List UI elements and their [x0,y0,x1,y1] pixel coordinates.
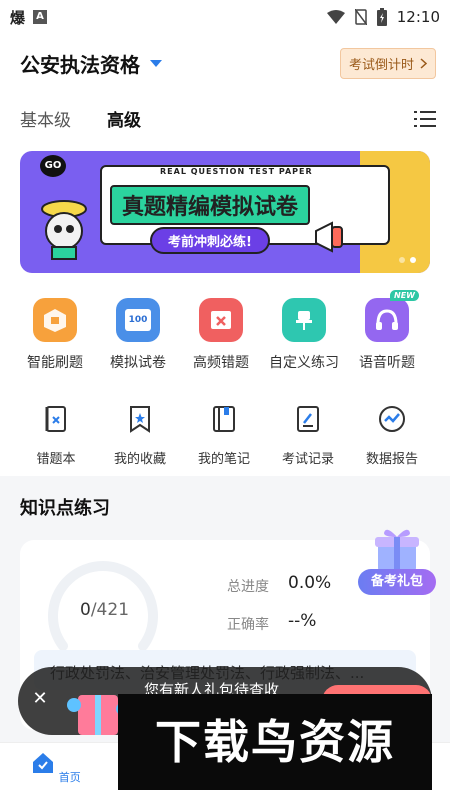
go-badge: GO [40,155,66,177]
wifi-icon [326,10,345,24]
section-title: 知识点练习 [20,498,110,519]
tool-label: 错题本 [36,452,76,467]
smart-practice-icon [33,298,77,342]
audio-question-icon: NEW [365,290,419,342]
feature-label: 智能刷题 [27,355,83,371]
feature-label: 自定义练习 [269,355,339,371]
feature-custom-practice[interactable]: 自定义练习 [259,298,349,372]
nav-home[interactable]: 首页 [16,751,96,785]
status-bar: 爆 A 12:10 [0,0,450,34]
chevron-right-icon [420,58,427,69]
banner-sub-text: 考前冲刺必练! [150,227,270,254]
tool-notes[interactable]: 我的笔记 [184,404,264,467]
clock: 12:10 [396,8,440,26]
countdown-button[interactable]: 考试倒计时 [339,48,436,79]
progress-value: 0.0% [288,573,332,593]
tool-data-report[interactable]: 数据报告 [352,404,432,467]
no-sim-icon [354,9,367,25]
feature-mock-exam[interactable]: 100 模拟试卷 [93,298,183,372]
countdown-label: 考试倒计时 [348,58,414,73]
tool-label: 我的笔记 [197,452,250,467]
watermark: 下载鸟资源 [118,694,432,790]
tab-advanced-level[interactable]: 高级 [107,106,141,135]
tool-label: 我的收藏 [113,452,166,467]
progress-count: 0/421 [80,600,129,620]
battery-icon [376,8,387,26]
feature-label: 高频错题 [193,355,249,371]
list-menu-icon[interactable] [414,110,436,128]
app-notification-glyph: 爆 [10,8,26,27]
mock-exam-icon: 100 [116,298,160,342]
home-icon [33,753,54,773]
feature-audio-question[interactable]: NEW 语音听题 [342,290,432,372]
feature-smart-practice[interactable]: 智能刷题 [10,298,100,372]
done-count: 0 [80,600,91,620]
promo-banner[interactable]: GO REAL QUESTION TEST PAPER 真题精编模拟试卷 考前冲… [20,151,430,273]
feature-frequent-mistakes[interactable]: 高频错题 [176,298,266,372]
feature-grid: 智能刷题 100 模拟试卷 高频错题 自定义练习 NEW 语音听题 [0,284,450,384]
feature-label: 模拟试卷 [110,355,166,371]
mistake-book-icon [45,406,66,432]
mascot-icon [41,200,87,260]
page-title[interactable]: 公安执法资格 [20,49,140,78]
frequent-mistakes-icon [199,298,243,342]
bookmark-icon [130,406,150,433]
progress-label: 总进度 [227,579,269,595]
banner-top-label: REAL QUESTION TEST PAPER [160,167,313,176]
close-icon[interactable]: ✕ [30,689,50,709]
tool-exam-record[interactable]: 考试记录 [268,404,348,467]
accuracy-value: --% [288,611,317,631]
tab-basic-level[interactable]: 基本级 [20,106,71,131]
gift-box-icon [375,529,419,571]
custom-practice-icon [282,298,326,342]
tool-bookmark[interactable]: 我的收藏 [100,404,180,467]
tool-row: 错题本 我的收藏 我的笔记 考试记录 数据报告 [0,384,450,476]
caret-down-icon[interactable] [150,60,162,67]
exam-record-icon [297,406,319,432]
data-report-icon [379,406,405,432]
gift-float-button[interactable]: 备考礼包 [356,525,438,605]
banner-pager [399,257,416,263]
accuracy-label: 正确率 [227,617,269,633]
nav-label: 首页 [58,771,81,784]
total-count: /421 [90,600,130,620]
mock-exam-icon-text: 100 [125,309,151,331]
tool-label: 考试记录 [281,452,334,467]
header: 公安执法资格 考试倒计时 基本级 高级 GO REAL QUESTION TES… [0,34,450,284]
new-badge: NEW [390,290,419,301]
notification-a-icon: A [33,10,48,24]
tool-label: 数据报告 [365,452,418,467]
megaphone-icon [315,221,343,253]
gift-label: 备考礼包 [358,569,436,595]
notes-icon [213,406,235,432]
tool-mistake-book[interactable]: 错题本 [16,404,96,467]
banner-main-text: 真题精编模拟试卷 [110,185,311,225]
feature-label: 语音听题 [359,355,415,371]
